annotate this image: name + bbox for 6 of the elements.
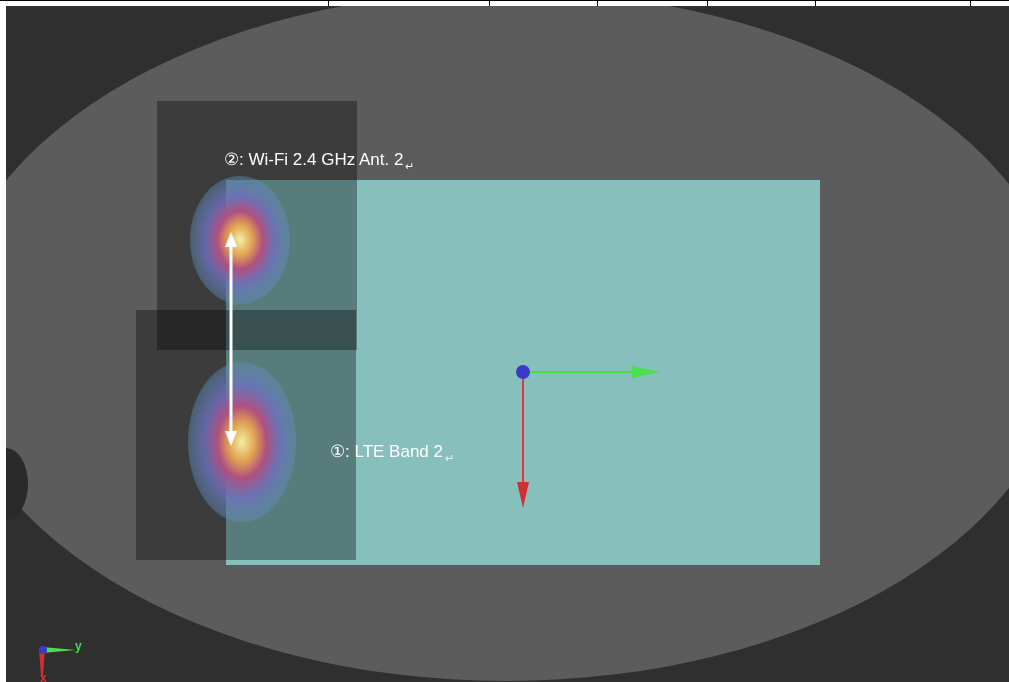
- antenna-label: ②: Wi-Fi 2.4 GHz Ant. 2: [224, 149, 404, 171]
- axis-label: y: [75, 640, 82, 652]
- axis-label: x: [40, 672, 47, 682]
- antenna-label: ①: LTE Band 2: [330, 441, 443, 463]
- paragraph-mark: ↵: [405, 158, 415, 173]
- paragraph-mark: ↵: [444, 450, 454, 465]
